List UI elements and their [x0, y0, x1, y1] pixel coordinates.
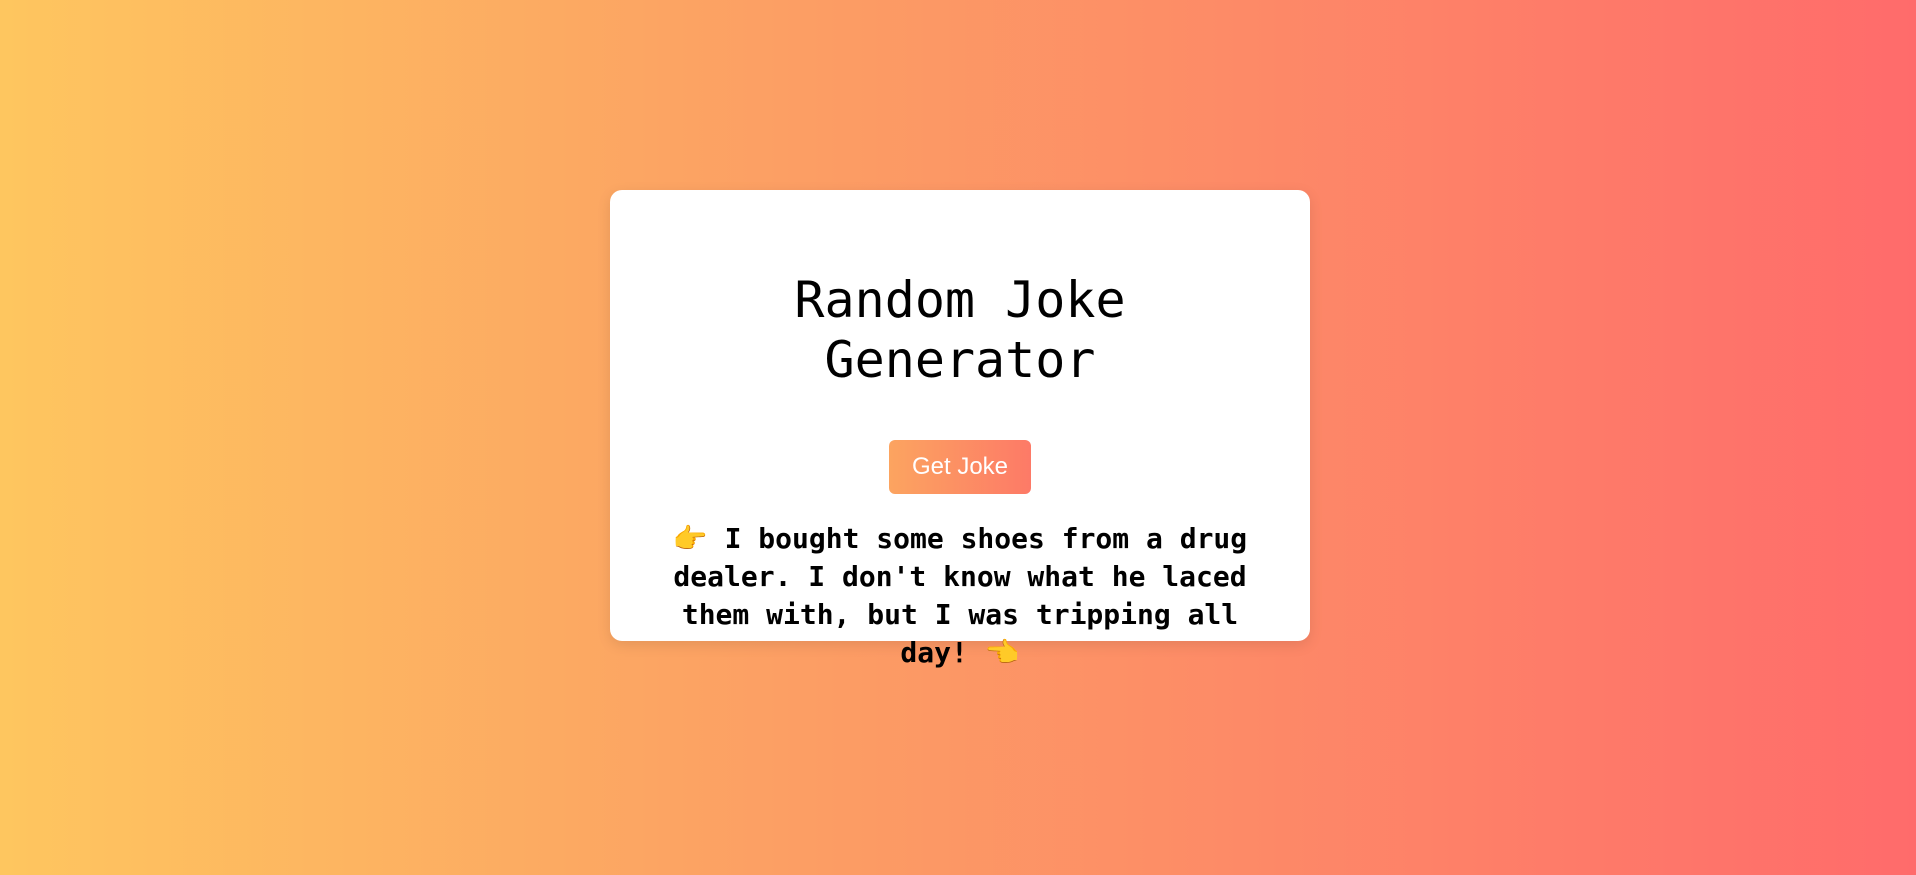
joke-body: I bought some shoes from a drug dealer. …	[673, 522, 1248, 669]
pointing-left-icon: 👈	[984, 636, 1020, 669]
page-title: Random Joke Generator	[794, 271, 1126, 389]
joke-card: Random Joke Generator Get Joke 👉 I bough…	[610, 190, 1310, 669]
pointing-right-icon: 👉	[672, 522, 708, 555]
joke-text: 👉 I bought some shoes from a drug dealer…	[650, 520, 1270, 672]
get-joke-button[interactable]: Get Joke	[889, 440, 1031, 494]
